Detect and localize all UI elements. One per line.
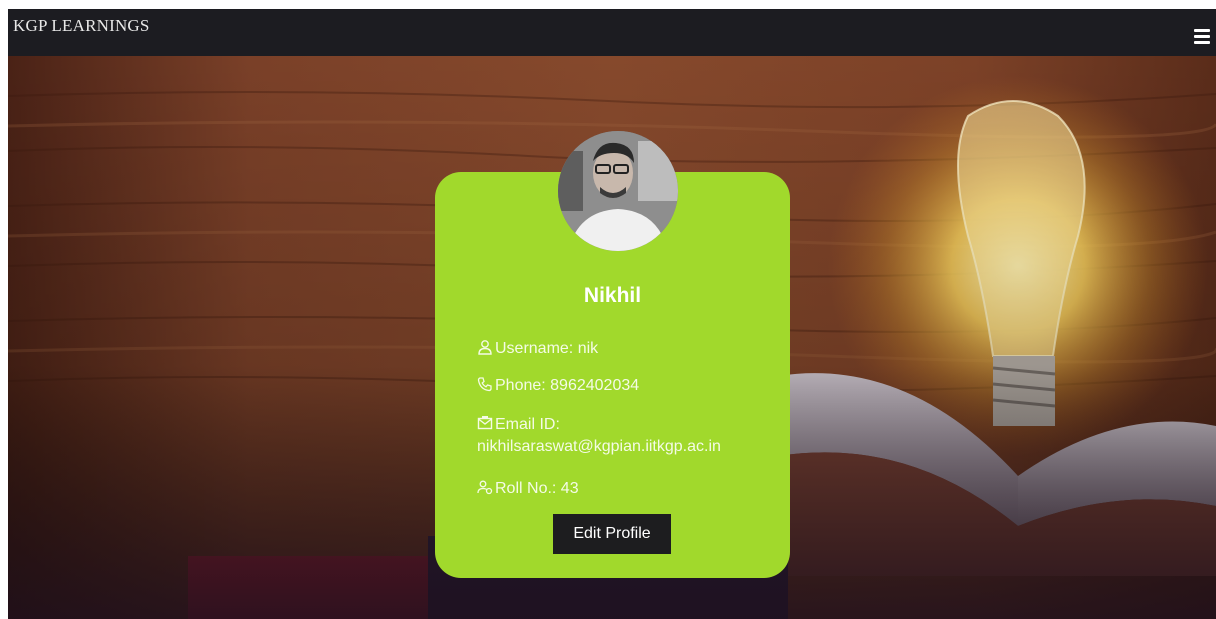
email-icon (477, 416, 493, 430)
phone-row: Phone: 8962402034 (477, 375, 777, 397)
phone-icon (477, 377, 492, 392)
username-text: Username: nik (495, 340, 599, 357)
avatar (558, 131, 678, 251)
edit-profile-button[interactable]: Edit Profile (553, 514, 671, 554)
navbar: KGP LEARNINGS (8, 9, 1216, 56)
roll-text: Roll No.: 43 (495, 480, 579, 497)
email-row: Email ID: nikhilsaraswat@kgpian.iitkgp.a… (477, 414, 777, 458)
hamburger-menu-icon[interactable] (1194, 29, 1210, 45)
page-frame: KGP LEARNINGS Nikhil Username: nik Phone… (8, 9, 1216, 619)
profile-name: Nikhil (583, 284, 642, 307)
email-label: Email ID: (495, 416, 560, 433)
user-icon (478, 340, 492, 355)
email-value: nikhilsaraswat@kgpian.iitkgp.ac.in (477, 438, 721, 455)
phone-text: Phone: 8962402034 (495, 377, 640, 394)
users-icon (477, 480, 493, 495)
avatar-photo (558, 131, 678, 251)
username-row: Username: nik (477, 338, 777, 360)
roll-row: Roll No.: 43 (477, 478, 777, 500)
brand-title[interactable]: KGP LEARNINGS (13, 16, 150, 36)
